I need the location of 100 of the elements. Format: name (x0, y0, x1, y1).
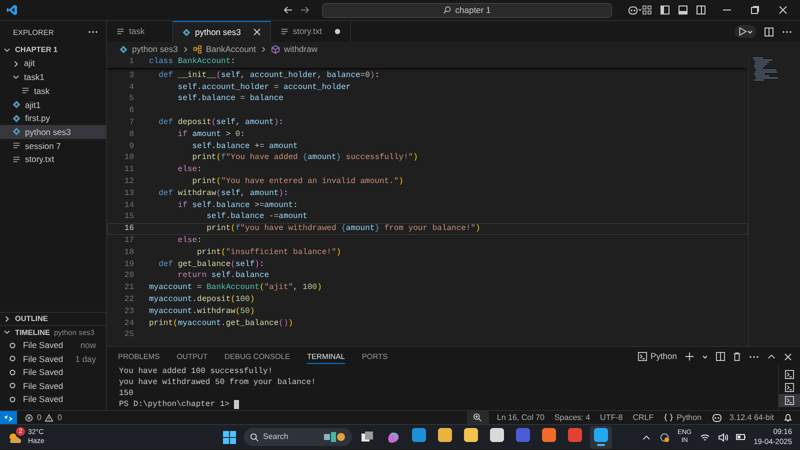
split-layout-icon[interactable] (696, 5, 706, 15)
wifi-icon[interactable] (700, 432, 710, 442)
timeline-entry[interactable]: File Saved (0, 366, 106, 379)
interpreter-status[interactable]: 3.12.4 64-bit (730, 412, 774, 422)
timeline-entry[interactable]: File Saved (0, 392, 106, 406)
taskbar-search[interactable]: Search (244, 428, 352, 446)
line-number: 12 (123, 176, 134, 188)
problems-status[interactable]: 0 0 (25, 412, 62, 422)
search-icon (443, 6, 452, 14)
widget-drawing (324, 432, 346, 442)
remote-button[interactable] (0, 411, 17, 424)
file-tree-item[interactable]: ajit1 (0, 98, 106, 112)
status-item[interactable]: Spaces: 4 (554, 412, 590, 422)
line-number: 7 (128, 116, 134, 129)
circle-icon (9, 368, 16, 376)
app-icon[interactable] (412, 428, 426, 442)
chevron-up-icon[interactable] (767, 352, 776, 361)
terminal-instance[interactable] (779, 394, 800, 407)
code-line: self.balance = balance (176, 93, 284, 106)
close-icon[interactable] (778, 5, 788, 15)
status-item[interactable]: Ln 16, Col 70 (496, 412, 544, 422)
split-terminal-icon[interactable] (716, 352, 725, 361)
code-line: class BankAccount: (149, 56, 236, 68)
line-number: 1 (128, 56, 134, 68)
line-number: 14 (123, 200, 134, 212)
app-icon[interactable] (594, 428, 608, 442)
editor-tab[interactable]: story.txt (270, 21, 351, 42)
zoom-icon (473, 413, 482, 422)
file-tree-item[interactable]: ajit (0, 56, 106, 70)
command-search-field[interactable]: chapter 1 (322, 2, 612, 18)
caret-icon[interactable] (702, 354, 708, 360)
line-number: 25 (123, 329, 134, 342)
line-number: 23 (123, 306, 134, 318)
code-line: return self.balance (176, 270, 270, 282)
app-logo-icon (6, 4, 18, 16)
code-line: self.account_holder = account_holder (176, 82, 351, 94)
line-number: 22 (123, 294, 134, 306)
battery-icon[interactable] (736, 433, 746, 441)
more-icon[interactable] (782, 30, 792, 34)
app-icon[interactable] (490, 428, 504, 442)
braces-icon (664, 413, 673, 422)
code-line: print("You have entered an invalid amount.") (191, 176, 404, 188)
app-icon[interactable] (464, 428, 478, 442)
run-button[interactable] (735, 25, 756, 38)
more-icon[interactable] (88, 30, 98, 34)
warning-icon (45, 414, 54, 422)
file-tree-item[interactable]: story.txt (0, 152, 106, 166)
file-tree-item[interactable]: first.py (0, 111, 106, 126)
breadcrumb-item[interactable]: BankAccount (192, 44, 256, 54)
robot-icon[interactable] (712, 413, 722, 422)
close-icon[interactable] (784, 352, 792, 360)
terminal-profile[interactable]: Python (638, 351, 677, 362)
back-arrow-icon[interactable] (283, 5, 293, 15)
editor-tab[interactable]: python ses3 (173, 21, 271, 42)
timeline-entry[interactable]: File Saved (0, 379, 106, 392)
sync-icon[interactable] (658, 432, 670, 442)
layout-icon[interactable] (642, 5, 652, 15)
sidebar-toggle-icon[interactable] (660, 5, 670, 15)
breadcrumb-item[interactable]: withdraw (270, 44, 318, 54)
speaker-icon[interactable] (718, 432, 728, 442)
timeline-time: 1 day (75, 354, 96, 364)
line-number: 11 (123, 164, 134, 176)
chevron-right-icon (260, 46, 267, 52)
start-icon[interactable] (222, 430, 236, 444)
code-line: def __init__(self, account_holder, balance=0): (158, 70, 380, 82)
split-editor-icon[interactable] (764, 26, 774, 36)
file-tree-item[interactable]: session 7 (0, 138, 106, 152)
status-item[interactable]: CRLF (632, 412, 654, 422)
app-icon[interactable] (542, 428, 556, 442)
status-item[interactable]: UTF-8 (600, 412, 623, 422)
terminal-cursor (234, 400, 240, 409)
file-icon (116, 27, 125, 36)
panel-toggle-icon[interactable] (678, 5, 688, 15)
breadcrumb-item[interactable]: python ses3 (119, 44, 178, 54)
timeline-entry[interactable]: File Saved now (0, 338, 106, 352)
file-icon (12, 127, 21, 136)
terminal-icon (785, 396, 794, 405)
plus-icon[interactable] (685, 352, 694, 361)
timeline-entry[interactable]: File Saved 1 day (0, 352, 106, 366)
line-number: 21 (123, 282, 134, 294)
play-icon (738, 27, 747, 36)
more-icon[interactable] (749, 354, 759, 358)
close-icon[interactable] (252, 28, 261, 36)
app-icon[interactable] (438, 428, 452, 442)
file-icon (12, 100, 21, 110)
code-line: else: (176, 234, 202, 247)
restore-icon[interactable] (750, 5, 760, 15)
language-mode[interactable]: Python (664, 412, 702, 422)
file-tree-item[interactable]: python ses3 (0, 125, 106, 139)
file-tree-item[interactable]: task (0, 84, 106, 98)
line-number: 3 (128, 70, 134, 82)
robot-icon[interactable] (628, 5, 642, 16)
bell-icon[interactable] (784, 413, 792, 422)
task-view-icon[interactable] (360, 431, 374, 443)
zoom-button[interactable] (466, 411, 489, 424)
file-tree-item[interactable]: task1 (0, 70, 106, 84)
trash-icon[interactable] (733, 352, 741, 361)
line-number: 20 (123, 270, 134, 282)
forward-arrow-icon[interactable] (300, 5, 310, 15)
assistant-app-icon[interactable] (386, 430, 400, 444)
